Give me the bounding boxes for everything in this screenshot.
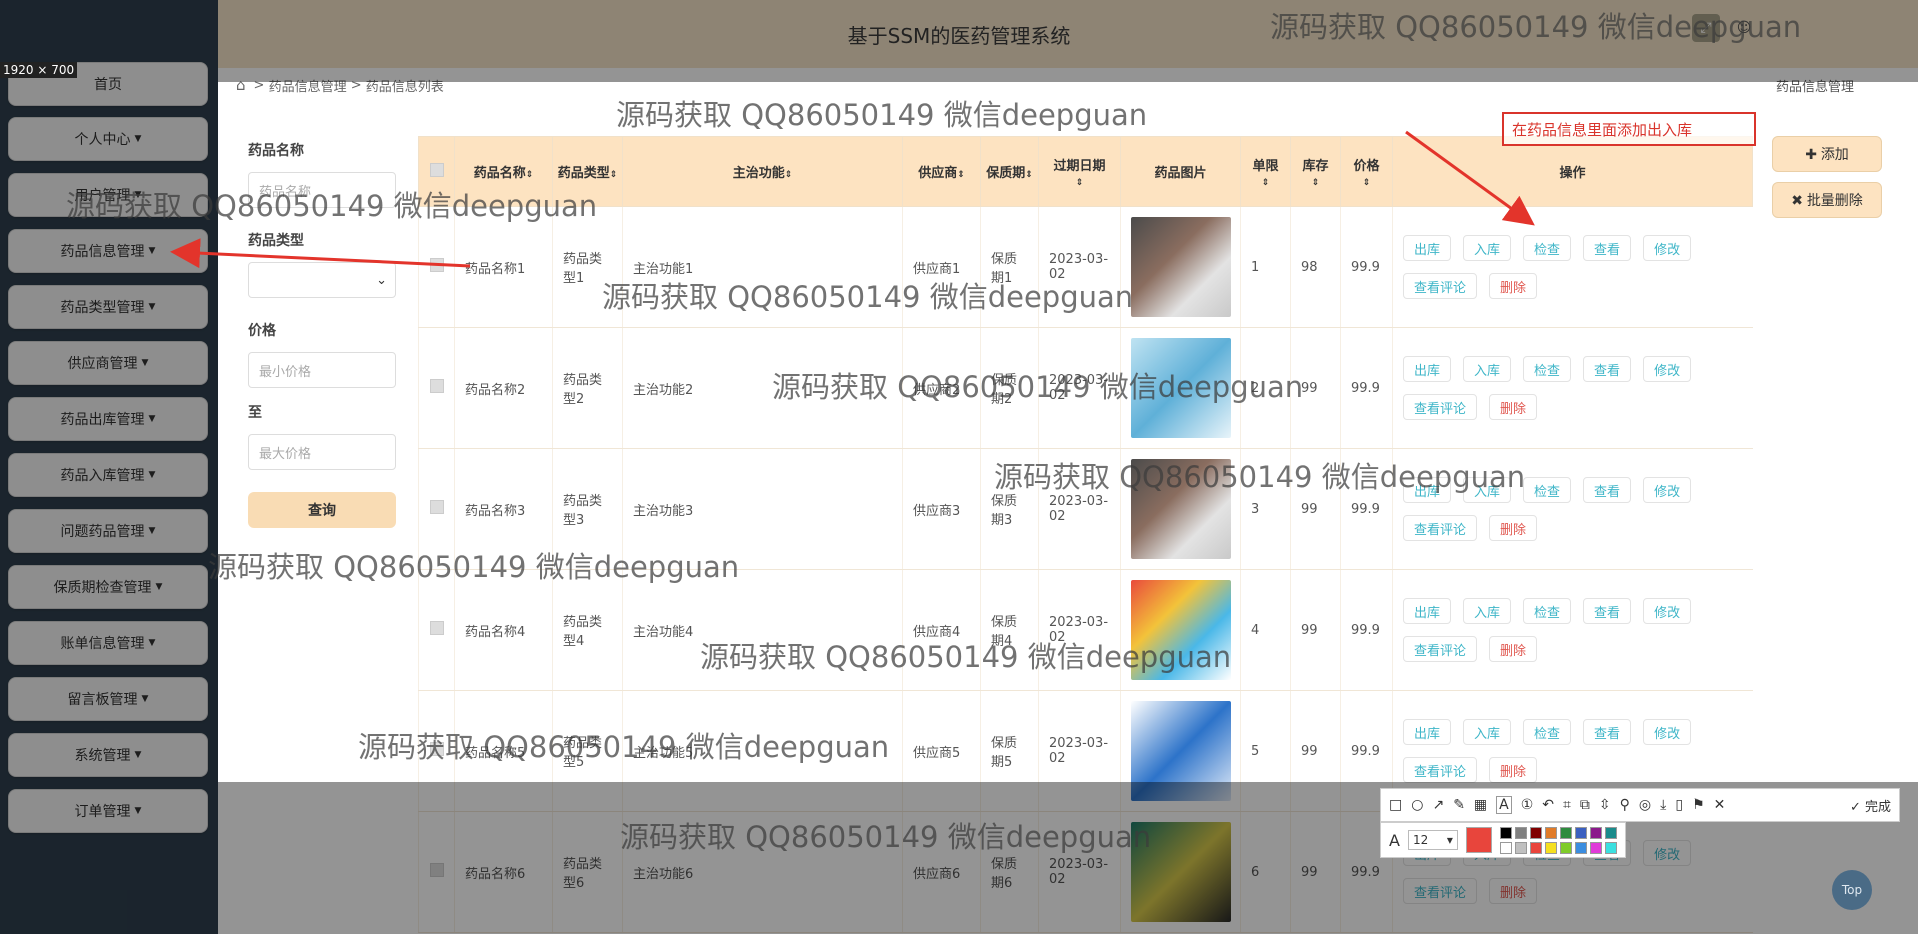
color-swatch[interactable]	[1589, 826, 1602, 839]
done-button[interactable]: ✓ 完成	[1850, 796, 1891, 815]
rectangle-tool-icon[interactable]: □	[1389, 797, 1402, 813]
font-icon: A	[1389, 830, 1400, 850]
back-to-top-button[interactable]: Top	[1832, 870, 1872, 910]
color-swatch[interactable]	[1499, 841, 1512, 854]
close-icon[interactable]: ✕	[1714, 797, 1726, 813]
font-size-select[interactable]: 12 ▾	[1407, 830, 1458, 850]
text-tool-icon[interactable]: A	[1496, 796, 1512, 814]
arrow-to-actions	[1405, 130, 1535, 226]
size-badge: 1920 × 700	[0, 62, 78, 78]
arrow-tool-icon[interactable]: ↗	[1432, 797, 1444, 813]
record-icon[interactable]: ◎	[1639, 797, 1651, 813]
ocr-icon[interactable]: ⌗	[1563, 797, 1571, 813]
pin-icon[interactable]: ⚲	[1620, 797, 1630, 813]
color-swatch[interactable]	[1499, 826, 1512, 839]
ellipse-tool-icon[interactable]: ○	[1411, 797, 1423, 813]
pen-tool-icon[interactable]: ✎	[1453, 797, 1465, 813]
color-swatch[interactable]	[1559, 841, 1572, 854]
undo-icon[interactable]: ↶	[1542, 797, 1554, 813]
color-swatch[interactable]	[1544, 826, 1557, 839]
color-palette	[1499, 826, 1617, 854]
translate-icon[interactable]: ⧉	[1580, 797, 1590, 813]
current-color-swatch[interactable]	[1465, 827, 1492, 853]
color-swatch[interactable]	[1514, 826, 1527, 839]
number-tool-icon[interactable]: ①	[1521, 797, 1534, 813]
color-swatch[interactable]	[1604, 826, 1617, 839]
bookmark-icon[interactable]: ⚑	[1692, 797, 1705, 813]
screenshot-toolbar: □ ○ ↗ ✎ ▦ A ① ↶ ⌗ ⧉ ⇳ ⚲ ◎ ⤓ ▯ ⚑ ✕ ✓ 完成	[1380, 788, 1900, 822]
chevron-down-icon: ▾	[1446, 833, 1453, 847]
color-swatch[interactable]	[1589, 841, 1602, 854]
color-swatch[interactable]	[1574, 826, 1587, 839]
arrow-to-sidebar	[170, 238, 471, 269]
mosaic-tool-icon[interactable]: ▦	[1474, 797, 1487, 813]
color-swatch[interactable]	[1574, 841, 1587, 854]
color-swatch[interactable]	[1544, 841, 1557, 854]
scroll-capture-icon[interactable]: ⇳	[1599, 797, 1611, 813]
color-swatch[interactable]	[1514, 841, 1527, 854]
download-icon[interactable]: ⤓	[1660, 797, 1666, 813]
color-swatch[interactable]	[1529, 826, 1542, 839]
color-swatch[interactable]	[1604, 841, 1617, 854]
phone-icon[interactable]: ▯	[1675, 797, 1683, 813]
color-swatch[interactable]	[1559, 826, 1572, 839]
text-style-panel: A 12 ▾	[1380, 822, 1626, 858]
color-swatch[interactable]	[1529, 841, 1542, 854]
